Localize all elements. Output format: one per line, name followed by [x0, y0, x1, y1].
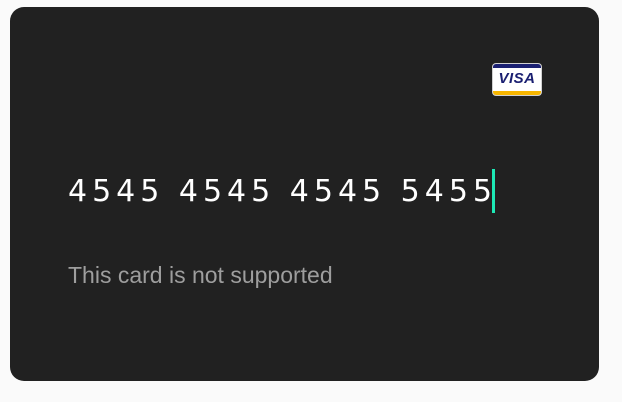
card-brand-label: VISA — [498, 70, 536, 87]
logo-stripe-top — [493, 64, 541, 68]
card-error-message: This card is not supported — [68, 262, 333, 288]
card-number-input[interactable]: 4545 4545 4545 5455 — [68, 167, 495, 215]
visa-logo-icon: VISA — [493, 64, 541, 95]
card-number-value: 4545 4545 4545 5455 — [68, 173, 497, 209]
credit-card-widget: VISA 4545 4545 4545 5455 This card is no… — [10, 7, 599, 381]
text-caret — [492, 169, 495, 213]
logo-stripe-bottom — [493, 91, 541, 95]
